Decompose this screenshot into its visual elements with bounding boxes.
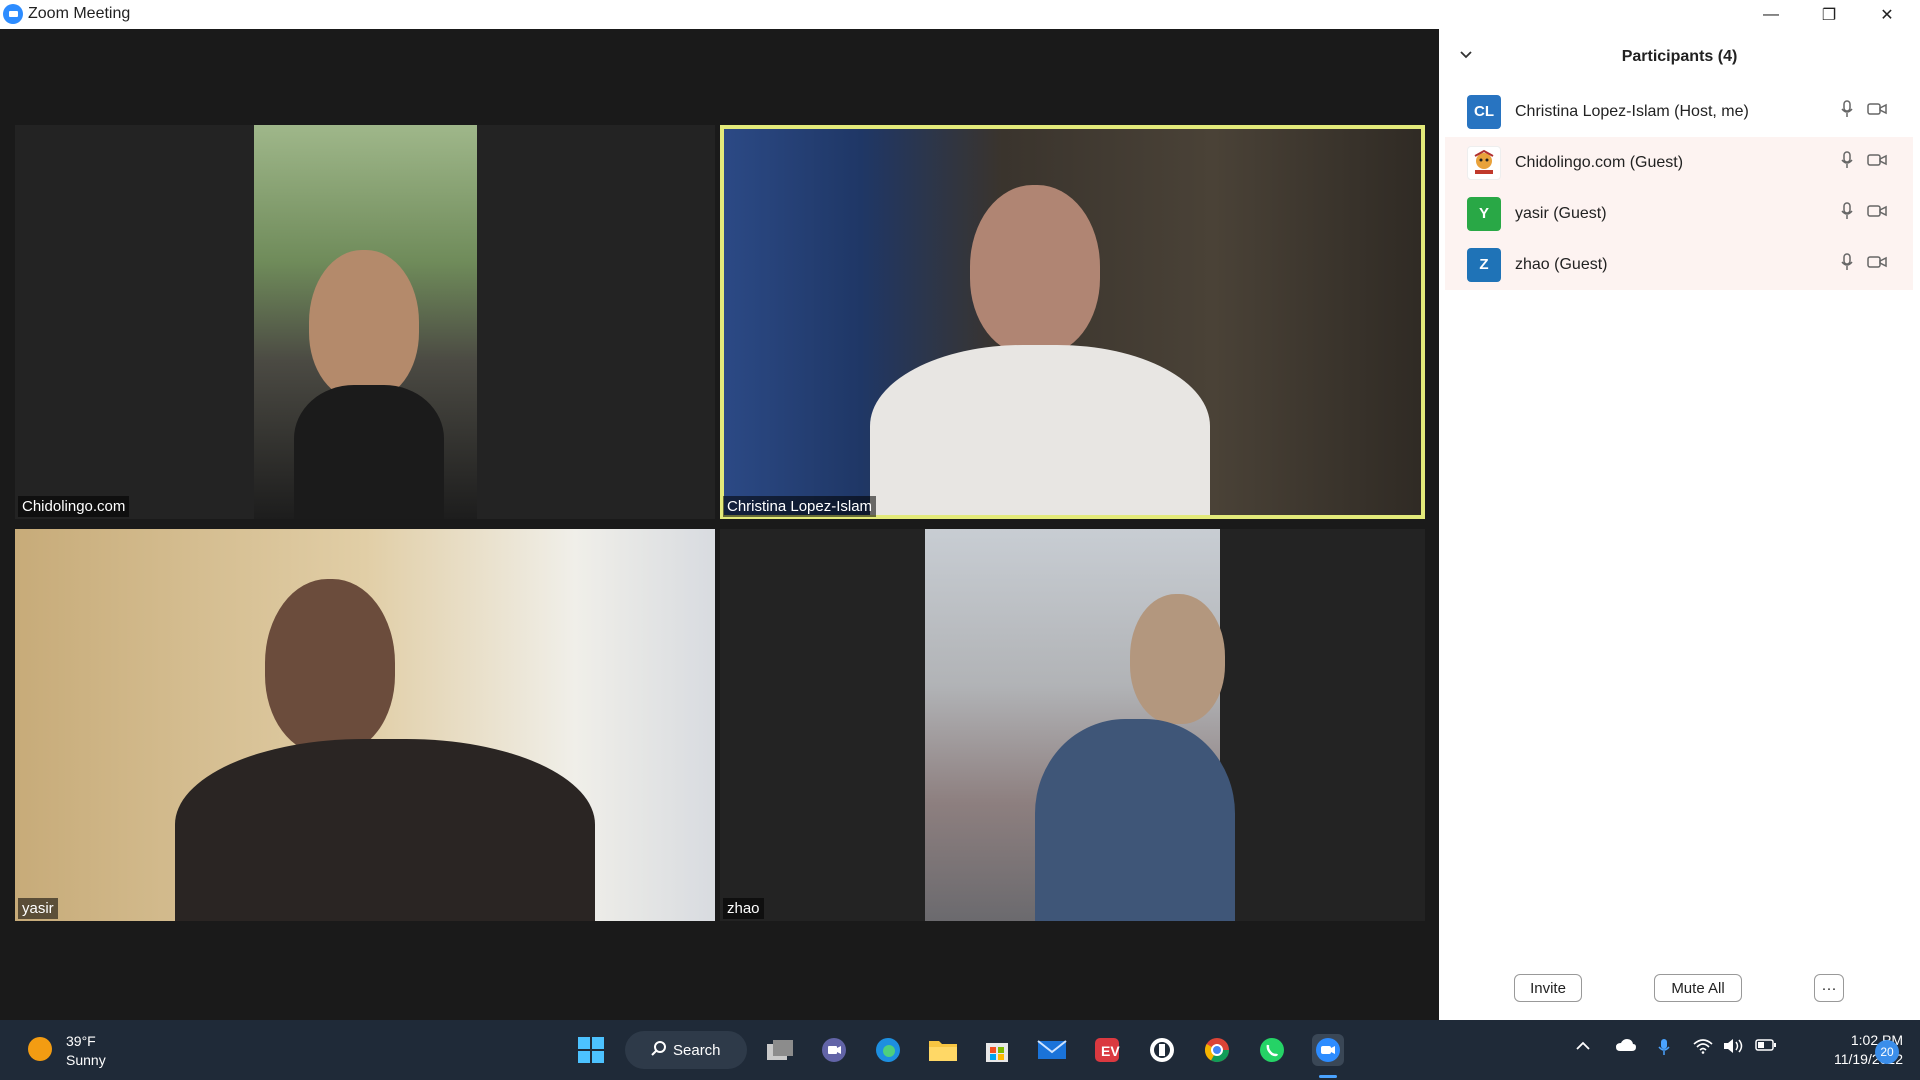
video-camera-icon[interactable]	[1867, 204, 1887, 223]
video-tile-chidolingo[interactable]: Chidolingo.com	[15, 125, 715, 519]
more-options-button[interactable]: ···	[1814, 974, 1844, 1002]
video-feed	[925, 529, 1235, 921]
teams-chat-icon[interactable]	[818, 1034, 850, 1066]
person-body	[175, 739, 595, 921]
svg-text:EV: EV	[1101, 1043, 1120, 1059]
person-body	[1035, 719, 1235, 921]
windows-taskbar: 39°F Sunny Search EV 1:02 PM 11/19/2022 …	[0, 1020, 1920, 1080]
participant-name-tag: Chidolingo.com	[18, 496, 130, 517]
participant-name: zhao (Guest)	[1515, 255, 1608, 273]
avatar: Z	[1467, 247, 1501, 282]
microsoft-store-icon[interactable]	[981, 1034, 1013, 1066]
participants-list: CL Christina Lopez-Islam (Host, me) Chid…	[1445, 86, 1913, 290]
wifi-icon[interactable]	[1693, 1038, 1713, 1059]
mail-icon[interactable]	[1036, 1034, 1068, 1066]
invite-button[interactable]: Invite	[1514, 974, 1582, 1002]
mute-all-button[interactable]: Mute All	[1654, 974, 1742, 1002]
avatar: Y	[1467, 196, 1501, 231]
video-tile-christina[interactable]: Christina Lopez-Islam	[720, 125, 1425, 519]
close-button[interactable]: ✕	[1858, 0, 1916, 29]
microphone-icon[interactable]	[1841, 253, 1853, 276]
participant-name: Chidolingo.com (Guest)	[1515, 153, 1684, 171]
person-silhouette	[1130, 594, 1225, 724]
participant-row[interactable]: Z zhao (Guest)	[1445, 239, 1913, 290]
person-silhouette	[265, 579, 395, 754]
participant-row[interactable]: Y yasir (Guest)	[1445, 188, 1913, 239]
chrome-browser-icon[interactable]	[1201, 1034, 1233, 1066]
participant-name-tag: yasir	[18, 898, 58, 919]
video-feed	[254, 125, 477, 519]
person-body	[294, 385, 444, 519]
zoom-app-icon	[3, 4, 23, 24]
person-body	[870, 345, 1210, 519]
notification-badge[interactable]: 20	[1875, 1040, 1899, 1064]
participant-name-tag: Christina Lopez-Islam	[723, 496, 877, 517]
title-bar: Zoom Meeting — ❐ ✕	[0, 0, 1920, 29]
windows-start-icon[interactable]	[575, 1034, 607, 1066]
video-feed	[15, 529, 715, 921]
participants-title: Participants (4)	[1621, 48, 1738, 65]
person-silhouette	[970, 185, 1100, 355]
minimize-button[interactable]: —	[1742, 0, 1800, 29]
search-icon	[651, 1040, 667, 1061]
chevron-up-icon[interactable]	[1575, 1038, 1591, 1056]
video-camera-icon[interactable]	[1867, 255, 1887, 274]
task-view-icon[interactable]	[764, 1034, 796, 1066]
participant-name: Christina Lopez-Islam (Host, me)	[1515, 102, 1749, 120]
avatar	[1467, 145, 1501, 180]
app-shield-icon[interactable]	[1146, 1034, 1178, 1066]
participant-name-tag: zhao	[723, 898, 764, 919]
video-camera-icon[interactable]	[1867, 102, 1887, 121]
weather-temperature[interactable]: 39°F	[66, 1033, 96, 1049]
person-silhouette	[309, 250, 419, 400]
battery-icon[interactable]	[1755, 1038, 1777, 1057]
video-tile-yasir[interactable]: yasir	[15, 529, 715, 921]
meeting-area: Chidolingo.com Christina Lopez-Islam yas…	[0, 29, 1439, 1020]
volume-icon[interactable]	[1723, 1038, 1745, 1059]
participant-row[interactable]: CL Christina Lopez-Islam (Host, me)	[1445, 86, 1913, 137]
taskbar-search[interactable]: Search	[625, 1031, 747, 1069]
whatsapp-icon[interactable]	[1256, 1034, 1288, 1066]
microphone-icon[interactable]	[1841, 202, 1853, 225]
microphone-icon[interactable]	[1841, 151, 1853, 174]
participant-row[interactable]: Chidolingo.com (Guest)	[1445, 137, 1913, 188]
onedrive-cloud-icon[interactable]	[1615, 1038, 1637, 1057]
expressvpn-icon[interactable]: EV	[1091, 1034, 1123, 1066]
video-tile-zhao[interactable]: zhao	[720, 529, 1425, 921]
participants-panel: Participants (4) CL Christina Lopez-Isla…	[1439, 29, 1920, 1020]
microphone-icon[interactable]	[1658, 1038, 1670, 1061]
edge-browser-icon[interactable]	[872, 1034, 904, 1066]
avatar: CL	[1467, 94, 1501, 129]
video-camera-icon[interactable]	[1867, 153, 1887, 172]
weather-sun-icon[interactable]	[28, 1037, 52, 1061]
microphone-icon[interactable]	[1841, 100, 1853, 123]
file-explorer-icon[interactable]	[927, 1034, 959, 1066]
search-label: Search	[673, 1041, 721, 1059]
zoom-taskbar-icon[interactable]	[1312, 1034, 1344, 1066]
restore-button[interactable]: ❐	[1800, 0, 1858, 29]
window-title: Zoom Meeting	[28, 5, 131, 22]
active-app-indicator	[1319, 1075, 1337, 1078]
video-feed	[720, 125, 1425, 519]
participant-name: yasir (Guest)	[1515, 204, 1607, 222]
weather-condition[interactable]: Sunny	[66, 1052, 106, 1068]
